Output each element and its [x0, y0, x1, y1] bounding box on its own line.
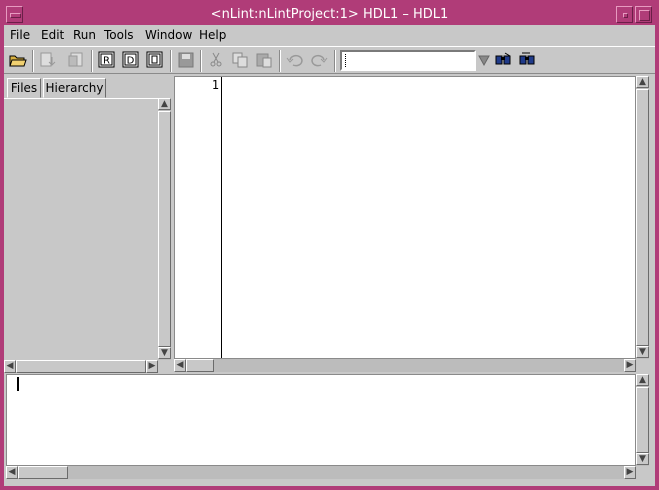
scroll-down-arrow-icon[interactable]: ▼: [636, 453, 649, 465]
scroll-up-arrow-icon[interactable]: ▲: [158, 98, 171, 110]
window-title: <nLint:nLintProject:1> HDL1 – HDL1: [210, 7, 449, 22]
search-input[interactable]: [340, 50, 476, 71]
tab-hierarchy[interactable]: Hierarchy: [43, 78, 106, 98]
save-icon[interactable]: [176, 50, 196, 70]
scroll-left-arrow-icon[interactable]: ◀: [6, 466, 18, 479]
console-vertical-scrollbar[interactable]: ▲ ▼: [636, 374, 649, 466]
text-caret: [17, 377, 19, 391]
scroll-down-arrow-icon[interactable]: ▼: [158, 347, 171, 359]
cut-icon[interactable]: [206, 50, 226, 70]
scroll-thumb[interactable]: [636, 89, 649, 346]
scroll-left-arrow-icon[interactable]: ◀: [174, 359, 186, 372]
line-number-gutter: 1: [175, 77, 222, 358]
scroll-up-arrow-icon[interactable]: ▲: [636, 374, 649, 386]
maximize-button[interactable]: [635, 6, 652, 23]
menu-run[interactable]: Run: [73, 27, 96, 43]
report-r-icon[interactable]: R: [97, 50, 117, 70]
undo-icon[interactable]: [285, 50, 305, 70]
editor-horizontal-scrollbar[interactable]: ◀ ▶: [174, 359, 636, 372]
menu-edit[interactable]: Edit: [41, 27, 64, 43]
menu-help[interactable]: Help: [199, 27, 226, 43]
find-next-icon[interactable]: [517, 50, 537, 70]
minimize-button[interactable]: [616, 6, 633, 23]
scroll-thumb[interactable]: [158, 111, 171, 347]
console-output[interactable]: [6, 374, 636, 466]
menu-file[interactable]: File: [10, 27, 30, 43]
toolbar-separator: [32, 50, 34, 72]
toolbar: R D: [4, 46, 655, 74]
find-icon[interactable]: [493, 50, 513, 70]
project-panel: Files Hierarchy ▲ ▼ ◀ ▶: [4, 75, 171, 373]
left-vertical-scrollbar[interactable]: ▲ ▼: [158, 98, 171, 360]
chevron-down-icon[interactable]: [478, 53, 490, 67]
scroll-up-arrow-icon[interactable]: ▲: [636, 76, 649, 88]
toolbar-separator: [170, 50, 172, 72]
text-caret: [345, 54, 346, 67]
paste-icon[interactable]: [254, 50, 274, 70]
svg-text:D: D: [127, 56, 135, 67]
file-tree[interactable]: [4, 98, 158, 360]
scroll-right-arrow-icon[interactable]: ▶: [624, 466, 636, 479]
scroll-down-arrow-icon[interactable]: ▼: [636, 346, 649, 358]
toolbar-separator: [334, 50, 336, 72]
code-editor[interactable]: 1: [174, 76, 636, 359]
toolbar-separator: [200, 50, 202, 72]
scroll-thumb[interactable]: [18, 466, 68, 479]
window-frame: <nLint:nLintProject:1> HDL1 – HDL1 File …: [0, 0, 659, 490]
paste-box-icon[interactable]: [66, 50, 86, 70]
svg-text:R: R: [103, 56, 110, 67]
menu-window[interactable]: Window: [145, 27, 192, 43]
editor-vertical-scrollbar[interactable]: ▲ ▼: [636, 76, 649, 359]
open-folder-icon[interactable]: [8, 50, 28, 70]
client-area: File Edit Run Tools Window Help R D File…: [4, 25, 655, 486]
toolbar-separator: [91, 50, 93, 72]
line-number: 1: [211, 78, 219, 92]
tab-files[interactable]: Files: [7, 78, 41, 98]
console-horizontal-scrollbar[interactable]: ◀ ▶: [6, 466, 636, 479]
scroll-thumb[interactable]: [636, 387, 649, 453]
toolbar-separator: [279, 50, 281, 72]
copy-icon[interactable]: [230, 50, 250, 70]
document-icon[interactable]: [145, 50, 165, 70]
scroll-thumb[interactable]: [186, 359, 214, 372]
scroll-right-arrow-icon[interactable]: ▶: [146, 360, 158, 373]
redo-icon[interactable]: [309, 50, 329, 70]
compile-icon[interactable]: [38, 50, 58, 70]
scroll-left-arrow-icon[interactable]: ◀: [4, 360, 16, 373]
menu-bar: File Edit Run Tools Window Help: [4, 25, 655, 45]
system-menu-button[interactable]: [6, 6, 23, 23]
menu-tools[interactable]: Tools: [104, 27, 134, 43]
left-horizontal-scrollbar[interactable]: ◀ ▶: [4, 360, 158, 373]
debug-d-icon[interactable]: D: [121, 50, 141, 70]
scroll-thumb[interactable]: [16, 360, 146, 373]
title-bar[interactable]: <nLint:nLintProject:1> HDL1 – HDL1: [4, 4, 655, 25]
scroll-right-arrow-icon[interactable]: ▶: [624, 359, 636, 372]
